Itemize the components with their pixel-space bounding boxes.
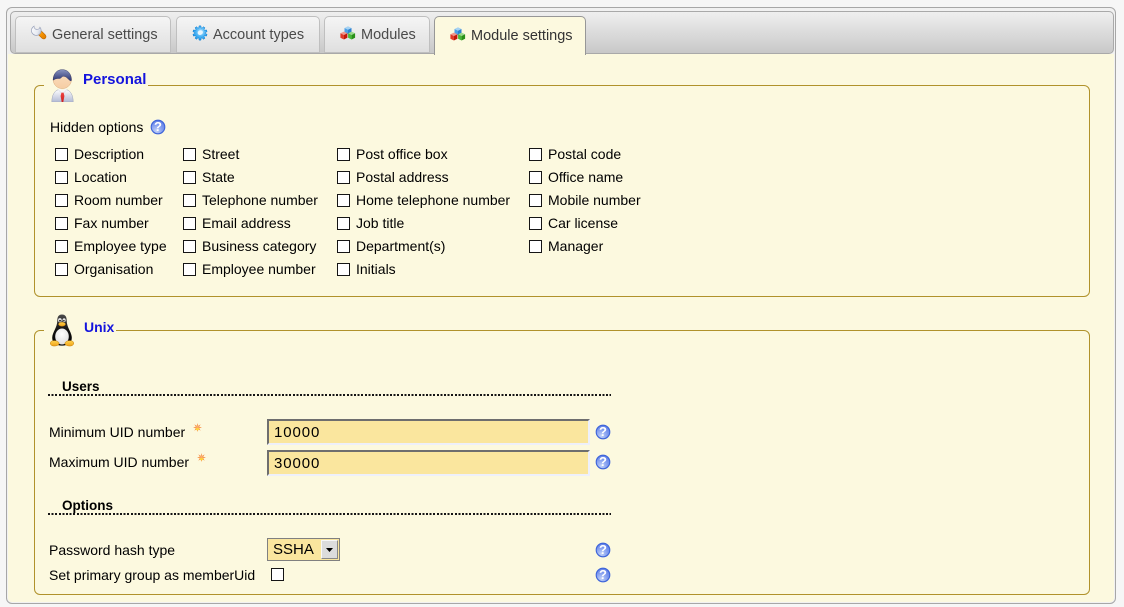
svg-text:?: ? bbox=[599, 424, 607, 439]
svg-text:?: ? bbox=[599, 542, 607, 557]
svg-text:?: ? bbox=[599, 567, 607, 582]
svg-text:?: ? bbox=[599, 454, 607, 469]
svg-text:?: ? bbox=[154, 119, 162, 134]
